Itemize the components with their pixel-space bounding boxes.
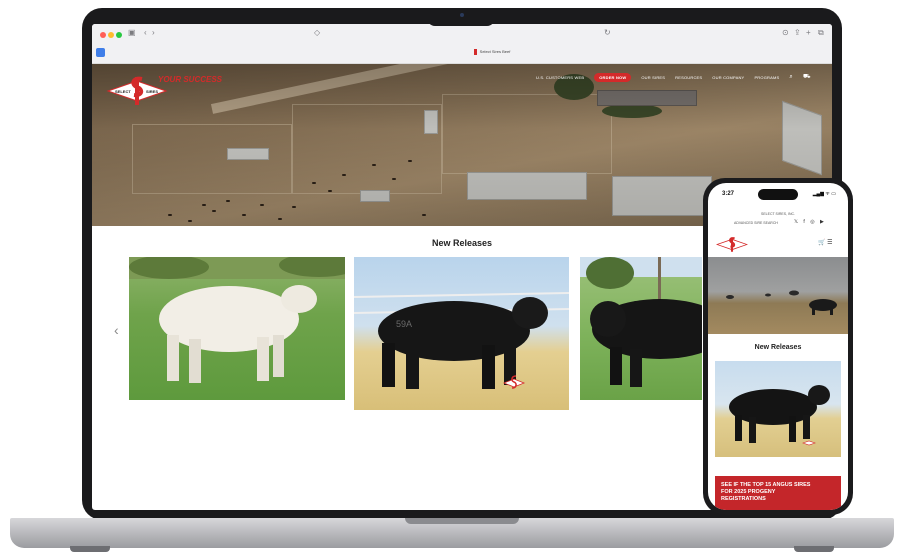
phone-promo-banner[interactable]: SEE IF THE TOP 15 ANGUS SIRES FOR 2025 P… xyxy=(715,476,841,510)
angus-bull-image: 59A xyxy=(354,292,569,389)
nav-resources[interactable]: RESOURCES xyxy=(675,75,702,80)
phone-sire-search-link[interactable]: ADVANCED SIRE SEARCH xyxy=(734,221,778,225)
shield-icon[interactable]: ◇ xyxy=(314,28,320,37)
order-now-button[interactable]: ORDER NOW xyxy=(594,72,632,82)
phone-hero-cattle xyxy=(726,290,837,315)
phone-screen: 3:27 ▂▄▆ ᯤ ▭ SELECT SIRES, INC. ADVANCED… xyxy=(708,183,848,510)
phone-menu-icons[interactable]: 🛒 ☰ xyxy=(818,239,833,246)
chevron-right-icon[interactable]: › xyxy=(152,28,155,37)
nav-programs[interactable]: PROGRAMS xyxy=(754,75,779,80)
carousel-slide-partial[interactable] xyxy=(580,257,702,400)
cart-icon[interactable]: ⛟ xyxy=(803,73,811,81)
laptop-opening-lip xyxy=(405,518,519,524)
main-nav: U.S. CUSTOMERS WEB ORDER NOW OUR SIRES R… xyxy=(536,72,811,82)
new-tab-icon[interactable]: + xyxy=(806,28,811,37)
laptop-base xyxy=(10,518,894,548)
phone-frame: 3:27 ▂▄▆ ᯤ ▭ SELECT SIRES, INC. ADVANCED… xyxy=(703,178,853,515)
phone-clock: 3:27 xyxy=(722,191,735,197)
nav-our-sires[interactable]: OUR SIRES xyxy=(641,75,665,80)
device-mockup: ▣ ‹ › ◇ ↻ ⊙ ⇪ + ⧉ Select Sires Beef SELE… xyxy=(0,0,904,555)
download-icon[interactable]: ⊙ xyxy=(782,28,789,37)
nav-our-company[interactable]: OUR COMPANY xyxy=(712,75,744,80)
phone-social-icons[interactable]: 𝕏 f ◎ ▶ xyxy=(794,219,826,225)
carousel-slide-angus[interactable]: 59A xyxy=(354,257,569,410)
laptop-foot xyxy=(70,546,110,552)
laptop-notch xyxy=(427,8,495,26)
phone-new-releases-heading: New Releases xyxy=(754,344,802,351)
phone-hero-image xyxy=(708,257,848,334)
phone-carousel-slide[interactable] xyxy=(715,361,841,457)
nav-us-customers[interactable]: U.S. CUSTOMERS WEB xyxy=(536,75,584,80)
charolais-bull-image xyxy=(129,257,345,383)
tab-title: Select Sires Beef xyxy=(479,49,511,55)
phone-company-name: SELECT SIRES, INC. xyxy=(761,212,795,216)
black-bull-image xyxy=(580,257,702,387)
browser-toolbar: ▣ ‹ › ◇ ↻ ⊙ ⇪ + ⧉ Select Sires Beef xyxy=(92,24,832,64)
dynamic-island xyxy=(758,189,798,200)
maximize-window-button[interactable] xyxy=(116,32,122,38)
carousel-slide-charolais[interactable] xyxy=(129,257,345,400)
tab-overview-icon[interactable]: ⧉ xyxy=(818,28,824,38)
svg-text:SELECT: SELECT xyxy=(115,89,131,94)
sidebar-icon[interactable]: ▣ xyxy=(128,28,136,37)
camera-icon xyxy=(460,13,464,17)
phone-angus-bull-image xyxy=(729,385,830,446)
phone-status-icons: ▂▄▆ ᯤ ▭ xyxy=(812,191,836,197)
logo-tagline: YOUR SUCCESS xyxy=(158,75,223,84)
share-icon[interactable]: ⇪ xyxy=(794,28,801,37)
phone-promo-text: SEE IF THE TOP 15 ANGUS SIRES FOR 2025 P… xyxy=(721,482,811,502)
sidebar-toggle-icon[interactable] xyxy=(96,48,105,57)
minimize-window-button[interactable] xyxy=(108,32,114,38)
browser-tab[interactable]: Select Sires Beef xyxy=(432,49,552,55)
phone-logo[interactable] xyxy=(716,236,748,253)
laptop-foot xyxy=(794,546,834,552)
chevron-left-icon[interactable]: ‹ xyxy=(144,28,147,37)
carousel-prev-button[interactable]: ‹ xyxy=(114,322,119,338)
svg-text:59A: 59A xyxy=(396,319,412,329)
search-icon[interactable]: ⌕ xyxy=(789,74,793,81)
favicon-icon xyxy=(473,49,477,55)
svg-text:SIRES: SIRES xyxy=(146,89,158,94)
reload-icon[interactable]: ↻ xyxy=(604,28,611,37)
close-window-button[interactable] xyxy=(100,32,106,38)
